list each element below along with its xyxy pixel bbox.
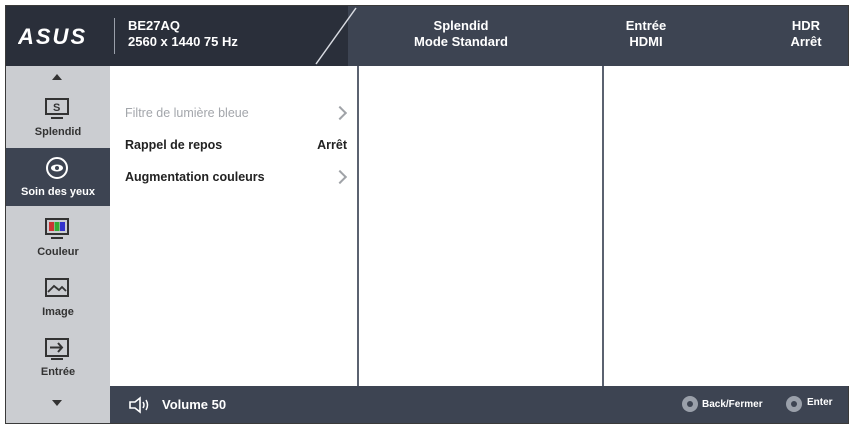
sidebar-item-label: Couleur: [37, 246, 79, 258]
logo-divider: [114, 18, 115, 54]
header-input-value: HDMI: [629, 34, 663, 49]
model-name: BE27AQ: [128, 18, 181, 33]
menu-item-label: Rappel de repos: [125, 138, 223, 152]
svg-text:S: S: [53, 102, 60, 114]
header-input-title: Entrée: [625, 18, 667, 33]
dpad-enter-icon: [786, 396, 802, 412]
header-hdr-status: HDR Arrêt: [776, 18, 836, 50]
header-hdr-title: HDR: [791, 18, 821, 33]
input-icon: [45, 338, 69, 360]
header-hdr-value: Arrêt: [790, 34, 822, 49]
sidebar-item-label: Entrée: [40, 366, 76, 378]
header-splendid-title: Splendid: [433, 18, 489, 33]
dpad-back-icon: [682, 396, 698, 412]
footer-bar: Volume 50 Back/Fermer Enter: [110, 386, 848, 423]
svg-text:ASUS: ASUS: [18, 24, 87, 48]
resolution-text: 2560 x 1440 75 Hz: [128, 34, 238, 49]
volume-label: Volume 50: [162, 397, 227, 412]
header-splendid-status: Splendid Mode Standard: [396, 18, 526, 50]
header-splendid-value: Mode Standard: [414, 34, 508, 49]
sidebar-item-label: Soin des yeux: [21, 186, 95, 198]
sidebar-item-image[interactable]: Image: [6, 268, 110, 326]
menu-item-label: Filtre de lumière bleue: [125, 106, 249, 120]
scroll-up-arrow-icon[interactable]: [52, 74, 62, 80]
eye-care-icon: [46, 157, 68, 179]
sidebar-item-eye-care[interactable]: Soin des yeux: [6, 148, 110, 206]
header-slash-divider: [315, 7, 357, 65]
model-info: BE27AQ 2560 x 1440 75 Hz: [128, 18, 238, 50]
back-close-label[interactable]: Back/Fermer: [702, 399, 763, 410]
monitor-osd: ASUS BE27AQ 2560 x 1440 75 Hz Splendid M…: [5, 5, 850, 424]
sidebar-item-input[interactable]: Entrée: [6, 328, 110, 386]
header-bar: ASUS BE27AQ 2560 x 1440 75 Hz Splendid M…: [6, 6, 848, 66]
enter-label[interactable]: Enter: [807, 397, 833, 408]
submenu-panel: [357, 66, 604, 386]
sidebar-item-label: Splendid: [34, 126, 82, 138]
menu-item-rest-reminder[interactable]: Rappel de repos Arrêt: [125, 138, 347, 158]
sidebar-item-color[interactable]: Couleur: [6, 208, 110, 266]
sidebar-item-splendid[interactable]: S Splendid: [6, 88, 110, 146]
menu-item-label: Augmentation couleurs: [125, 170, 265, 184]
speaker-icon[interactable]: [128, 395, 152, 415]
menu-item-color-augmentation[interactable]: Augmentation couleurs: [125, 169, 348, 190]
image-icon: [45, 278, 69, 297]
sidebar-item-label: Image: [42, 306, 74, 318]
menu-item-blue-light-filter[interactable]: Filtre de lumière bleue: [125, 105, 348, 126]
scroll-down-arrow-icon[interactable]: [52, 400, 62, 406]
menu-panel: Filtre de lumière bleue Rappel de repos …: [110, 66, 357, 386]
header-input-status: Entrée HDMI: [606, 18, 686, 50]
options-panel: [602, 66, 850, 386]
menu-item-value: Arrêt: [317, 138, 347, 152]
chevron-right-icon: [332, 169, 348, 185]
chevron-right-icon: [332, 105, 348, 121]
sidebar: S Splendid Soin des yeux Couleur Image E…: [6, 66, 110, 423]
splendid-icon: S: [45, 98, 69, 119]
asus-logo: ASUS: [18, 24, 87, 48]
color-icon: [45, 218, 69, 239]
